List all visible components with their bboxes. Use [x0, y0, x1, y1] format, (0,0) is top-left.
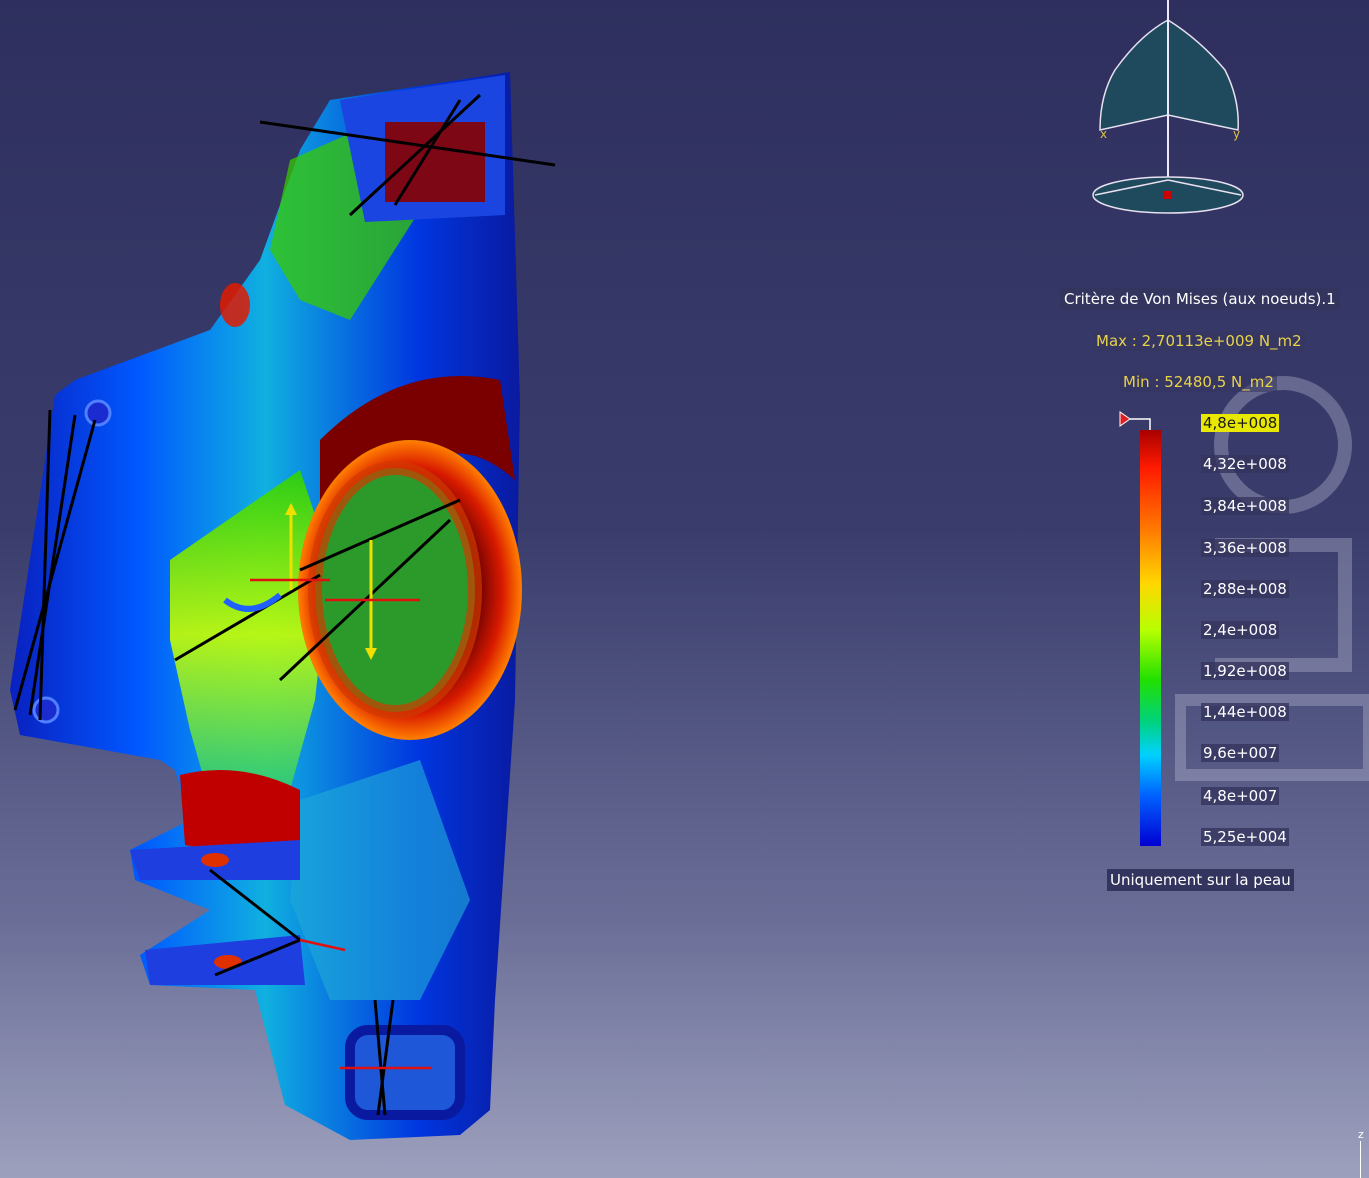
colorbar-tick-label: 3,84e+008	[1201, 497, 1289, 515]
skin-only-label: Uniquement sur la peau	[1107, 869, 1294, 891]
flange-hole-lower	[32, 696, 60, 724]
colorbar[interactable]	[1140, 430, 1161, 846]
hotspot-arm	[220, 283, 250, 327]
z-axis-line	[1360, 1141, 1361, 1178]
colorbar-tick-label: 1,44e+008	[1201, 703, 1289, 721]
top-clevis-hot	[385, 122, 485, 202]
colorbar-tick-label: 4,8e+008	[1201, 414, 1280, 432]
legend-title: Critère de Von Mises (aux noeuds).1	[1060, 288, 1340, 310]
z-axis-label: z	[1358, 1128, 1364, 1141]
colorbar-flag-icon[interactable]	[1118, 410, 1152, 432]
colorbar-tick-label: 2,88e+008	[1201, 580, 1289, 598]
flange-hole-upper	[84, 399, 112, 427]
colorbar-tick-label: 9,6e+007	[1201, 744, 1280, 762]
bottom-loop-slot	[345, 1025, 465, 1120]
colorbar-tick-label: 1,92e+008	[1201, 662, 1289, 680]
colorbar-tick-label: 4,32e+008	[1201, 455, 1289, 473]
compass-icon[interactable]: x y	[1085, 0, 1255, 220]
colorbar-tick-label: 5,25e+004	[1201, 828, 1289, 846]
compass-x-label: x	[1100, 127, 1107, 141]
colorbar-tick-label: 4,8e+007	[1201, 787, 1280, 805]
colorbar-tick-label: 2,4e+008	[1201, 621, 1280, 639]
legend-max: Max : 2,70113e+009 N_m2	[1093, 331, 1305, 351]
hotspot-lower-notch	[180, 770, 300, 852]
compass-y-label: y	[1233, 127, 1240, 141]
legend-min: Min : 52480,5 N_m2	[1120, 372, 1277, 392]
colorbar-tick-label: 3,36e+008	[1201, 539, 1289, 557]
